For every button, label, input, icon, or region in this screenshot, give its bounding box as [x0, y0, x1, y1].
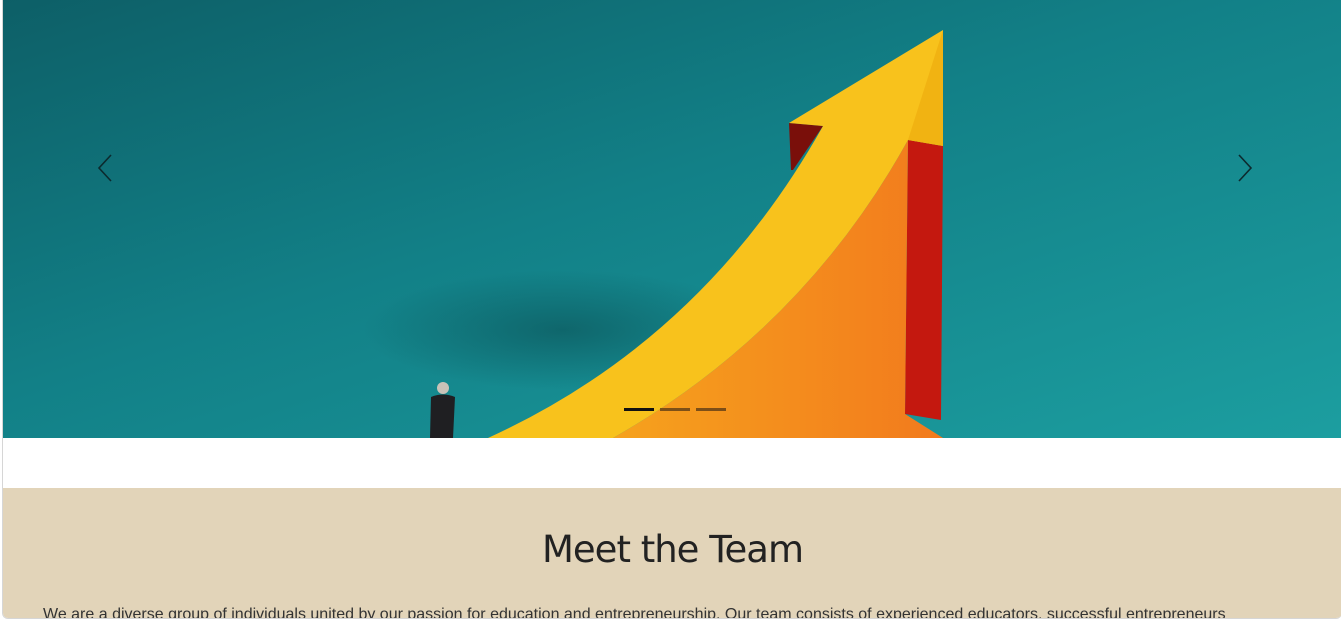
carousel-indicator-1[interactable] [624, 408, 654, 411]
section-spacer [3, 438, 1341, 488]
carousel-next-button[interactable] [1230, 150, 1260, 186]
team-section-title: Meet the Team [542, 528, 804, 571]
carousel-indicators [624, 408, 726, 411]
carousel-prev-button[interactable] [90, 150, 120, 186]
hero-image [3, 0, 1341, 438]
chevron-left-icon [97, 154, 112, 182]
hero-carousel [3, 0, 1341, 438]
team-section-description: We are a diverse group of individuals un… [43, 606, 1226, 619]
carousel-indicator-3[interactable] [696, 408, 726, 411]
chevron-right-icon [1238, 154, 1253, 182]
meet-the-team-section: Meet the Team We are a diverse group of … [3, 488, 1341, 618]
carousel-indicator-2[interactable] [660, 408, 690, 411]
page-frame: Meet the Team We are a diverse group of … [2, 0, 1341, 619]
